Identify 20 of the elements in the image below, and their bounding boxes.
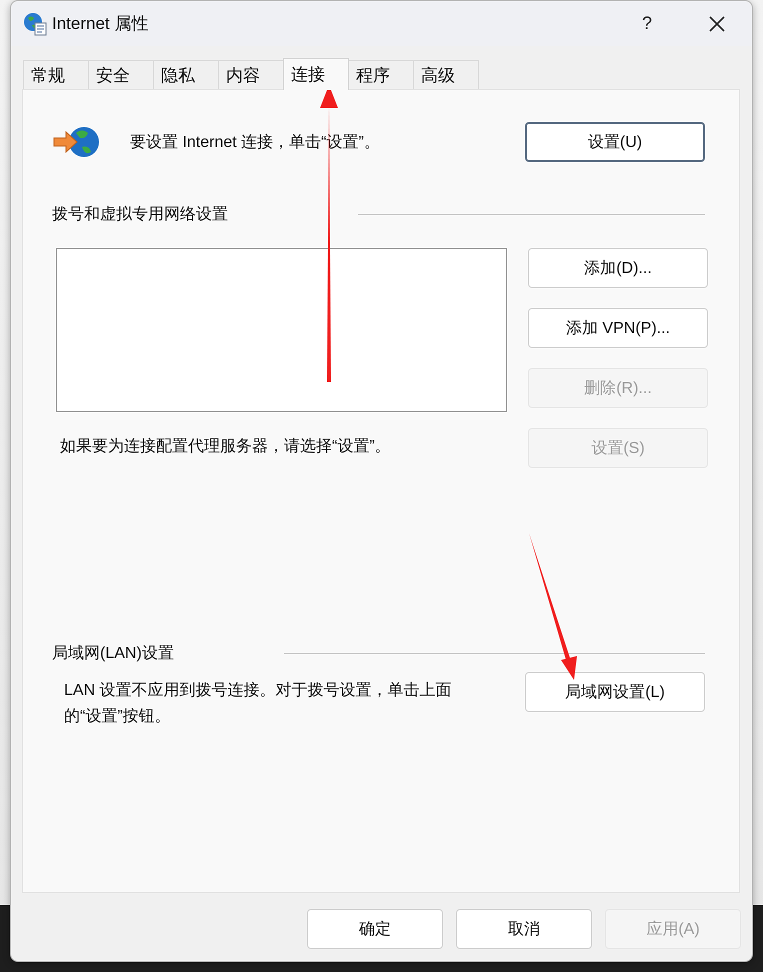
- group-heading: 局域网(LAN)设置: [52, 644, 174, 664]
- lan-settings-button[interactable]: 局域网设置(L): [525, 672, 705, 712]
- connection-list[interactable]: [56, 248, 507, 412]
- tab[interactable]: 连接: [283, 58, 349, 90]
- footer-button[interactable]: 确定: [307, 909, 443, 949]
- setup-instruction: 要设置 Internet 连接，单击“设置”。: [130, 132, 380, 152]
- tab[interactable]: 常规: [23, 60, 89, 89]
- globe-arrow-icon: [52, 125, 100, 159]
- globe-icon: [23, 12, 47, 36]
- help-button[interactable]: ?: [624, 2, 670, 46]
- tab[interactable]: 高级: [413, 60, 479, 89]
- dialup-button[interactable]: 添加 VPN(P)...: [528, 308, 708, 348]
- proxy-instruction: 如果要为连接配置代理服务器，请选择“设置”。: [60, 436, 392, 457]
- footer-button[interactable]: 取消: [456, 909, 592, 949]
- group-heading: 拨号和虚拟专用网络设置: [52, 204, 228, 225]
- setup-button[interactable]: 设置(U): [525, 122, 705, 162]
- dialup-button[interactable]: 添加(D)...: [528, 248, 708, 288]
- window-title: Internet 属性: [52, 13, 148, 35]
- close-icon: [708, 14, 726, 32]
- lan-description: LAN 设置不应用到拨号连接。对于拨号设置，单击上面的“设置”按钮。: [64, 680, 453, 727]
